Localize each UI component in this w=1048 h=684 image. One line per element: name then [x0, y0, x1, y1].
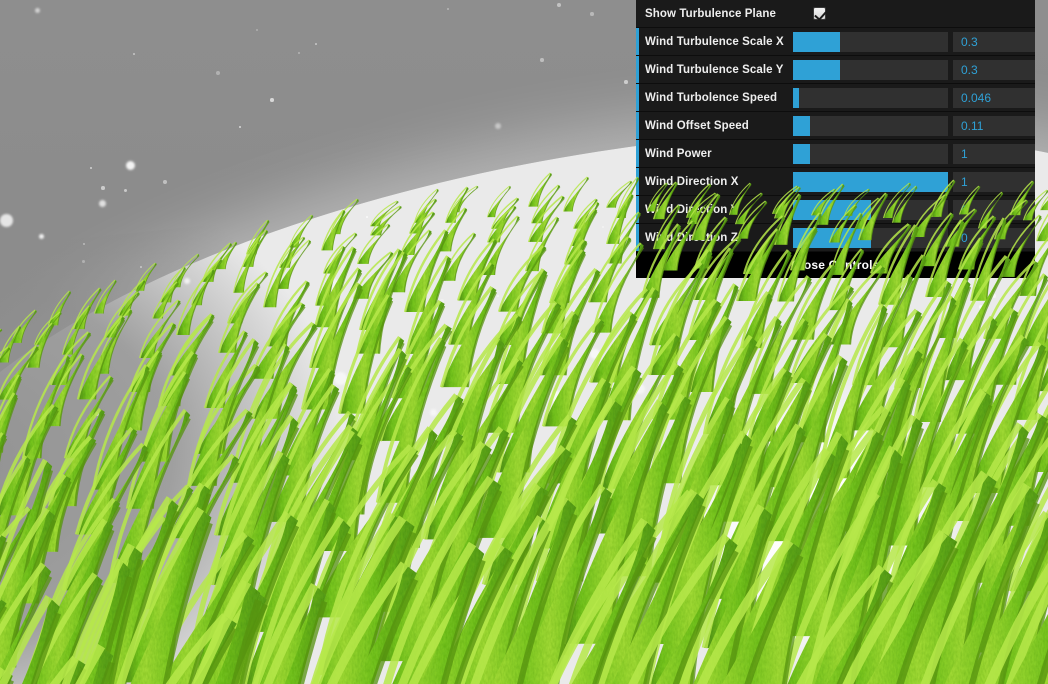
slider-fill-1	[793, 59, 840, 80]
label-show-turbulence-plane: Show Turbulence Plane	[645, 7, 776, 20]
particle-dot	[216, 71, 220, 75]
particle-dot	[83, 243, 85, 245]
value-input-0[interactable]: 0.3	[953, 31, 1035, 52]
particle-dot	[624, 80, 628, 84]
particle-dot	[101, 186, 105, 190]
value-input-4[interactable]: 1	[953, 143, 1035, 164]
slider-track-2[interactable]	[793, 87, 948, 108]
particle-dot	[163, 180, 167, 184]
particle-dot	[557, 3, 561, 7]
particle-dot	[270, 98, 274, 102]
row-slider-4[interactable]: Wind Power 1	[636, 140, 1035, 168]
slider-fill-0	[793, 31, 840, 52]
particle-dot	[133, 53, 135, 55]
slider-fill-2	[793, 87, 800, 108]
slider-track-3[interactable]	[793, 115, 948, 136]
label-slider-4: Wind Power	[645, 147, 712, 160]
row-slider-1[interactable]: Wind Turbulence Scale Y 0.3	[636, 56, 1035, 84]
label-slider-0: Wind Turbulence Scale X	[645, 35, 784, 48]
slider-fill-3	[793, 115, 811, 136]
particle-dot	[82, 260, 85, 263]
grass-blade	[791, 530, 995, 684]
value-input-2[interactable]: 0.046	[953, 87, 1035, 108]
slider-track-1[interactable]	[793, 59, 948, 80]
row-show-turbulence-plane[interactable]: Show Turbulence Plane	[636, 0, 1035, 28]
slider-track-4[interactable]	[793, 143, 948, 164]
label-slider-2: Wind Turbolence Speed	[645, 91, 778, 104]
row-slider-0[interactable]: Wind Turbulence Scale X 0.3	[636, 28, 1035, 56]
row-slider-2[interactable]: Wind Turbolence Speed 0.046	[636, 84, 1035, 112]
particle-dot	[540, 58, 544, 62]
value-input-1[interactable]: 0.3	[953, 59, 1035, 80]
particle-dot	[298, 52, 300, 54]
particle-dot	[315, 43, 317, 45]
particle-dot	[0, 214, 13, 227]
row-slider-3[interactable]: Wind Offset Speed 0.11	[636, 112, 1035, 140]
grass-blade	[428, 494, 609, 684]
slider-track-0[interactable]	[793, 31, 948, 52]
grass-blade	[262, 561, 452, 684]
label-slider-1: Wind Turbulence Scale Y	[645, 63, 784, 76]
value-input-3[interactable]: 0.11	[953, 115, 1035, 136]
checkbox-show-turbulence-plane[interactable]	[813, 7, 826, 20]
label-slider-3: Wind Offset Speed	[645, 119, 749, 132]
app-window: Show Turbulence Plane Wind Turbulence Sc…	[0, 0, 1048, 684]
particle-dot	[590, 12, 594, 16]
slider-fill-4	[793, 143, 811, 164]
